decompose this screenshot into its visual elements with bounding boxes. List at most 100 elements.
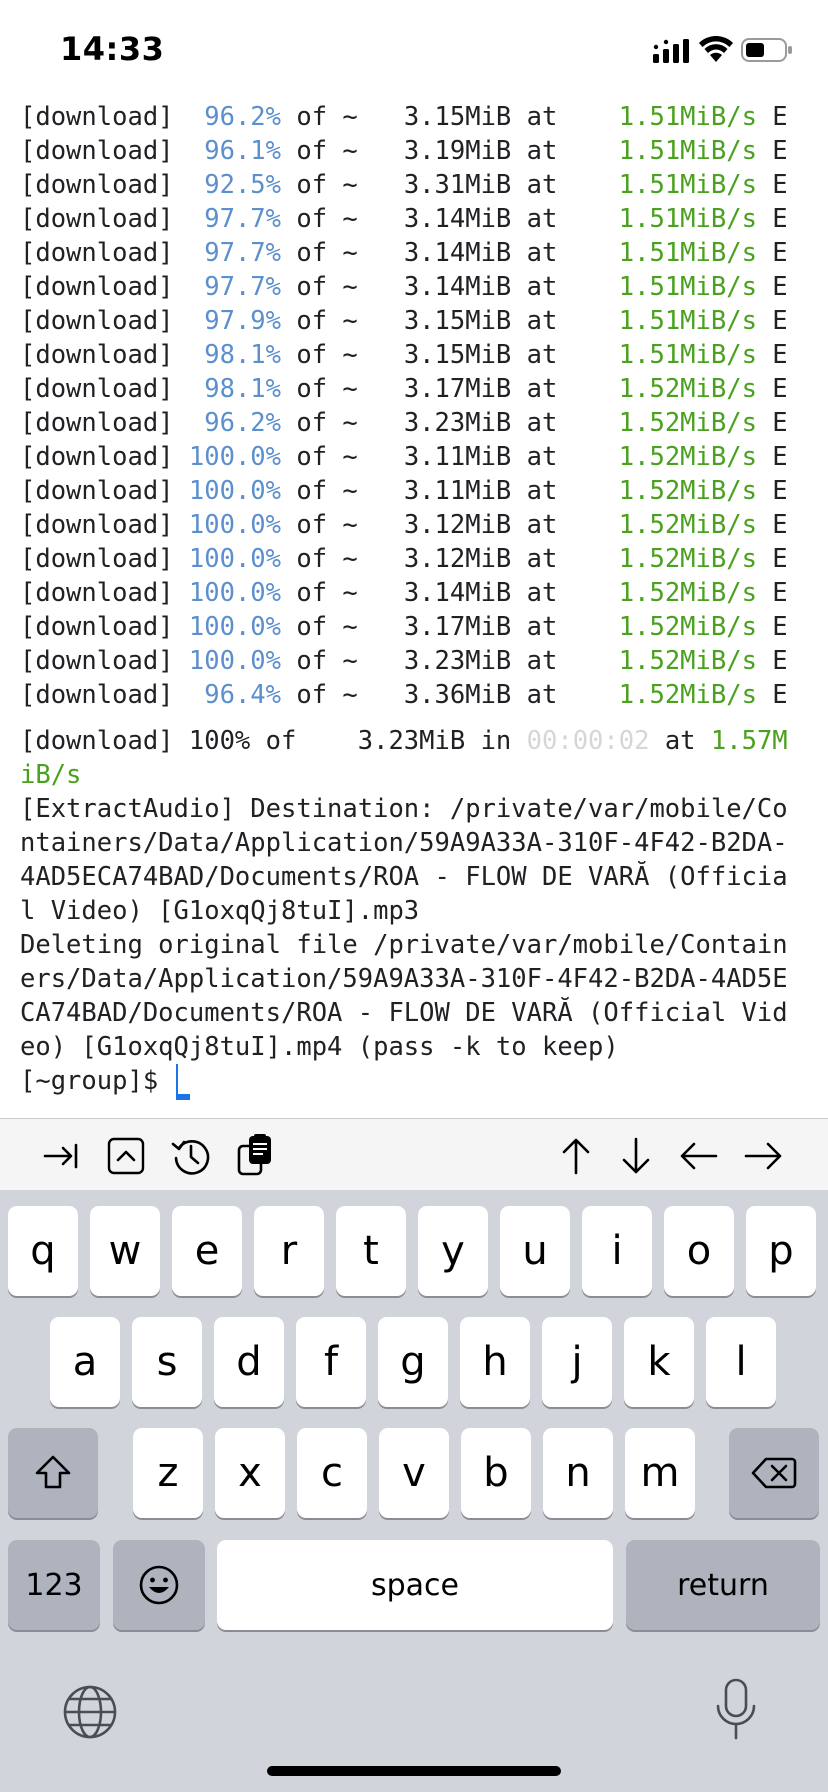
- history-icon: [171, 1140, 210, 1175]
- download-percent: 100.0%: [173, 442, 281, 472]
- space-key[interactable]: space: [217, 1540, 613, 1630]
- key-s[interactable]: s: [132, 1317, 202, 1407]
- download-size: of ~ 3.23MiB at: [281, 646, 619, 676]
- key-q[interactable]: q: [8, 1206, 78, 1296]
- terminal-output[interactable]: [download] 96.2% of ~ 3.15MiB at 1.51MiB…: [0, 100, 828, 1118]
- download-size: of ~ 3.15MiB at: [281, 306, 619, 336]
- key-f[interactable]: f: [296, 1317, 366, 1407]
- key-r[interactable]: r: [254, 1206, 324, 1296]
- download-tag: [download]: [20, 238, 174, 268]
- download-speed: 1.51MiB/s: [618, 136, 757, 166]
- shift-key[interactable]: [8, 1428, 98, 1518]
- download-tag: [download]: [20, 510, 174, 540]
- key-b[interactable]: b: [461, 1428, 531, 1518]
- emoji-key[interactable]: [113, 1540, 205, 1630]
- history-button[interactable]: [164, 1129, 218, 1183]
- control-key-button[interactable]: [99, 1129, 153, 1183]
- download-percent: 96.2%: [173, 102, 281, 132]
- download-eta-fragment: E: [756, 306, 788, 336]
- download-eta-fragment: E: [756, 680, 788, 710]
- download-eta-fragment: E: [756, 612, 788, 642]
- key-c[interactable]: c: [297, 1428, 367, 1518]
- download-percent: 97.9%: [173, 306, 281, 336]
- shift-icon: [35, 1455, 71, 1489]
- return-key[interactable]: return: [626, 1540, 820, 1630]
- extract-audio-line: [ExtractAudio] Destination: /private/var…: [20, 794, 788, 824]
- microphone-icon: [716, 1678, 756, 1740]
- download-tag: [download]: [20, 272, 174, 302]
- download-progress-line: [download] 96.4% of ~ 3.36MiB at 1.52MiB…: [20, 678, 828, 712]
- download-size: of ~ 3.17MiB at: [281, 374, 619, 404]
- status-time: 14:33: [60, 30, 165, 68]
- download-speed: 1.52MiB/s: [618, 544, 757, 574]
- download-percent: 92.5%: [173, 170, 281, 200]
- globe-icon: [63, 1685, 117, 1739]
- arrow-down-button[interactable]: [609, 1129, 663, 1183]
- key-m[interactable]: m: [625, 1428, 695, 1518]
- download-percent: 100.0%: [173, 612, 281, 642]
- key-g[interactable]: g: [378, 1317, 448, 1407]
- download-eta-fragment: E: [756, 238, 788, 268]
- tab-icon: [43, 1143, 78, 1169]
- key-u[interactable]: u: [500, 1206, 570, 1296]
- arrow-right-button[interactable]: [737, 1129, 791, 1183]
- download-size: of ~ 3.11MiB at: [281, 476, 619, 506]
- download-size: of ~ 3.12MiB at: [281, 510, 619, 540]
- key-y[interactable]: y: [418, 1206, 488, 1296]
- download-tag: [download]: [20, 306, 174, 336]
- key-h[interactable]: h: [460, 1317, 530, 1407]
- download-progress-line: [download] 97.9% of ~ 3.15MiB at 1.51MiB…: [20, 304, 828, 338]
- terminal-accessory-toolbar: [0, 1118, 828, 1191]
- shell-prompt: [~group]$: [20, 1066, 174, 1096]
- key-o[interactable]: o: [664, 1206, 734, 1296]
- key-e[interactable]: e: [172, 1206, 242, 1296]
- download-size: of ~ 3.14MiB at: [281, 578, 619, 608]
- key-p[interactable]: p: [746, 1206, 816, 1296]
- download-percent: 97.7%: [173, 238, 281, 268]
- extract-audio-line: ntainers/Data/Application/59A9A33A-310F-…: [20, 828, 788, 858]
- download-speed: 1.51MiB/s: [618, 306, 757, 336]
- key-i[interactable]: i: [582, 1206, 652, 1296]
- download-speed: 1.51MiB/s: [618, 102, 757, 132]
- key-t[interactable]: t: [336, 1206, 406, 1296]
- key-v[interactable]: v: [379, 1428, 449, 1518]
- download-size: of ~ 3.19MiB at: [281, 136, 619, 166]
- numbers-key[interactable]: 123: [8, 1540, 100, 1630]
- key-z[interactable]: z: [133, 1428, 203, 1518]
- download-percent: 100.0%: [173, 510, 281, 540]
- download-size: of ~ 3.14MiB at: [281, 204, 619, 234]
- arrow-down-icon: [622, 1137, 650, 1174]
- download-tag: [download]: [20, 680, 174, 710]
- download-tag: [download]: [20, 646, 174, 676]
- delete-original-line: Deleting original file /private/var/mobi…: [20, 930, 788, 960]
- download-progress-line: [download] 97.7% of ~ 3.14MiB at 1.51MiB…: [20, 202, 828, 236]
- download-eta-fragment: E: [756, 170, 788, 200]
- arrow-up-button[interactable]: [549, 1129, 603, 1183]
- key-n[interactable]: n: [543, 1428, 613, 1518]
- download-tag: [download]: [20, 340, 174, 370]
- download-speed: 1.52MiB/s: [618, 374, 757, 404]
- home-indicator[interactable]: [267, 1766, 561, 1776]
- download-percent: 100.0%: [173, 544, 281, 574]
- download-eta-fragment: E: [756, 272, 788, 302]
- shell-prompt-line[interactable]: [~group]$: [20, 1064, 828, 1100]
- key-w[interactable]: w: [90, 1206, 160, 1296]
- tab-key-button[interactable]: [34, 1129, 88, 1183]
- extract-audio-line: 4AD5ECA74BAD/Documents/ROA - FLOW DE VAR…: [20, 862, 788, 892]
- download-percent: 96.2%: [173, 408, 281, 438]
- key-x[interactable]: x: [215, 1428, 285, 1518]
- globe-button[interactable]: [62, 1684, 118, 1740]
- paste-button[interactable]: [230, 1129, 284, 1183]
- download-tag: [download]: [20, 374, 174, 404]
- key-j[interactable]: j: [542, 1317, 612, 1407]
- key-d[interactable]: d: [214, 1317, 284, 1407]
- delete-key[interactable]: [729, 1428, 819, 1518]
- arrow-left-button[interactable]: [671, 1129, 725, 1183]
- download-size: of ~ 3.14MiB at: [281, 238, 619, 268]
- key-a[interactable]: a: [50, 1317, 120, 1407]
- dictation-button[interactable]: [714, 1678, 758, 1742]
- key-l[interactable]: l: [706, 1317, 776, 1407]
- download-tag: [download]: [20, 578, 174, 608]
- key-k[interactable]: k: [624, 1317, 694, 1407]
- download-size: of ~ 3.15MiB at: [281, 102, 619, 132]
